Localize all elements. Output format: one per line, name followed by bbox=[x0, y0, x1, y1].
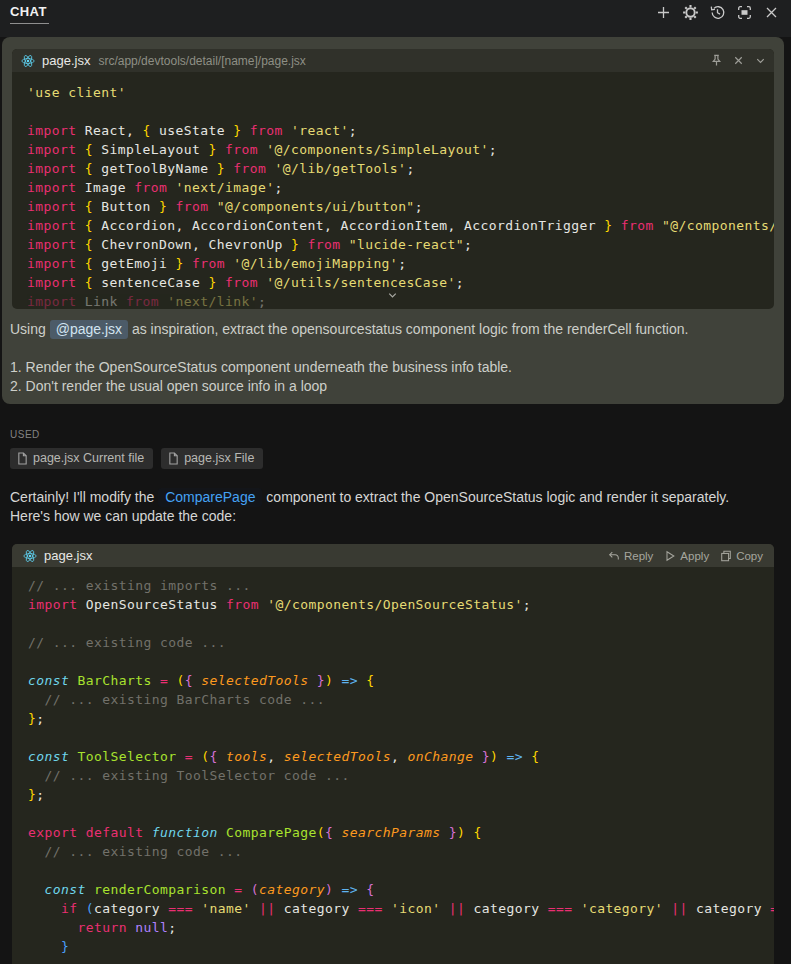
code-line: const renderComparison = (category) => { bbox=[28, 880, 774, 899]
code-line: // ... existing ToolSelector code ... bbox=[28, 766, 774, 785]
code-line: import { getToolByName } from '@/lib/get… bbox=[27, 159, 774, 178]
code-card-header: page.jsx src/app/devtools/detail/[name]/… bbox=[12, 49, 774, 72]
reply-button[interactable]: Reply bbox=[608, 550, 653, 562]
copy-button[interactable]: Copy bbox=[720, 550, 763, 562]
code-line bbox=[28, 861, 774, 880]
apply-button[interactable]: Apply bbox=[664, 550, 709, 562]
message-line: Using @page.jsx as inspiration, extract … bbox=[10, 320, 772, 339]
code-line: if (category === 'name' || category === … bbox=[28, 899, 774, 918]
file-icon bbox=[17, 452, 28, 465]
code-card-filename: page.jsx bbox=[42, 53, 90, 68]
code-line: import { SimpleLayout } from '@/componen… bbox=[27, 140, 774, 159]
code-line: import OpenSourceStatus from '@/componen… bbox=[28, 595, 774, 614]
user-message-text: Using @page.jsx as inspiration, extract … bbox=[10, 320, 772, 396]
apply-label: Apply bbox=[680, 550, 709, 562]
code-line: 'use client' bbox=[27, 83, 774, 102]
used-file-chip[interactable]: page.jsx File bbox=[161, 448, 263, 469]
code-line: import { ChevronDown, ChevronUp } from "… bbox=[27, 235, 774, 254]
code-card-header: page.jsx Reply Apply Copy bbox=[12, 544, 774, 567]
react-icon bbox=[23, 549, 37, 563]
message-line: 2. Don't render the usual open source in… bbox=[10, 377, 772, 396]
close-icon[interactable] bbox=[763, 4, 780, 21]
open-in-editor-icon[interactable] bbox=[736, 4, 753, 21]
code-line bbox=[28, 614, 774, 633]
apply-icon bbox=[664, 550, 676, 562]
close-icon[interactable] bbox=[732, 54, 745, 67]
code-line: import { sentenceCase } from '@/utils/se… bbox=[27, 273, 774, 292]
used-label: USED bbox=[10, 429, 263, 440]
code-line: // ... existing imports ... bbox=[28, 576, 774, 595]
reply-icon bbox=[608, 550, 620, 562]
code-line: } bbox=[28, 937, 774, 956]
message-line: Here's how we can update the code: bbox=[10, 507, 786, 526]
used-section: USED page.jsx Current file page.jsx File bbox=[10, 429, 263, 469]
chevron-down-icon[interactable] bbox=[754, 54, 767, 67]
code-line bbox=[28, 804, 774, 823]
chat-panel-header: CHAT bbox=[0, 0, 791, 37]
used-chip-label: page.jsx Current file bbox=[33, 451, 144, 465]
code-line bbox=[28, 652, 774, 671]
code-line: // ... existing code ... bbox=[28, 842, 774, 861]
assistant-message-text: Certainly! I'll modify the ComparePage c… bbox=[10, 488, 786, 526]
code-preview: 'use client' import React, { useState } f… bbox=[12, 72, 774, 309]
code-line: export default function ComparePage({ se… bbox=[28, 823, 774, 842]
code-line: import Link from 'next/link'; bbox=[27, 292, 774, 309]
used-file-chip[interactable]: page.jsx Current file bbox=[10, 448, 153, 469]
code-line: import Image from 'next/image'; bbox=[27, 178, 774, 197]
reply-label: Reply bbox=[624, 550, 653, 562]
code-line: import { Accordion, AccordionContent, Ac… bbox=[27, 216, 774, 235]
code-card-filename: page.jsx bbox=[44, 548, 92, 563]
attached-code-card: page.jsx src/app/devtools/detail/[name]/… bbox=[12, 49, 774, 309]
message-line: 1. Render the OpenSourceStatus component… bbox=[10, 358, 772, 377]
react-icon bbox=[21, 54, 35, 68]
copy-label: Copy bbox=[736, 550, 763, 562]
code-line: import { getEmoji } from '@/lib/emojiMap… bbox=[27, 254, 774, 273]
inline-code-chip: ComparePage bbox=[158, 488, 262, 507]
file-icon bbox=[168, 452, 179, 465]
code-line: import React, { useState } from 'react'; bbox=[27, 121, 774, 140]
panel-title: CHAT bbox=[10, 4, 47, 19]
used-chip-label: page.jsx File bbox=[184, 451, 254, 465]
code-line: // ... existing code ... bbox=[28, 633, 774, 652]
code-line: import { Button } from "@/components/ui/… bbox=[27, 197, 774, 216]
code-line bbox=[28, 728, 774, 747]
code-line: return null; bbox=[28, 918, 774, 937]
expand-chevron-icon[interactable] bbox=[386, 288, 399, 306]
message-line bbox=[10, 339, 772, 358]
title-underline bbox=[10, 23, 49, 24]
history-icon[interactable] bbox=[709, 4, 726, 21]
new-chat-icon[interactable] bbox=[655, 4, 672, 21]
code-line: const ToolSelector = ({ tools, selectedT… bbox=[28, 747, 774, 766]
code-line: }; bbox=[28, 709, 774, 728]
pin-icon[interactable] bbox=[710, 54, 723, 67]
code-line: const BarCharts = ({ selectedTools }) =>… bbox=[28, 671, 774, 690]
file-mention-chip[interactable]: @page.jsx bbox=[50, 320, 128, 339]
code-block: // ... existing imports ...import OpenSo… bbox=[12, 567, 774, 956]
code-line bbox=[27, 102, 774, 121]
code-line: }; bbox=[28, 785, 774, 804]
user-message-card: page.jsx src/app/devtools/detail/[name]/… bbox=[2, 37, 784, 404]
code-card-filepath: src/app/devtools/detail/[name]/page.jsx bbox=[98, 54, 305, 68]
assistant-code-card: page.jsx Reply Apply Copy // ... existin… bbox=[12, 544, 774, 964]
message-line: Certainly! I'll modify the ComparePage c… bbox=[10, 488, 786, 507]
code-line: // ... existing BarCharts code ... bbox=[28, 690, 774, 709]
copy-icon bbox=[720, 550, 732, 562]
gear-icon[interactable] bbox=[682, 4, 699, 21]
